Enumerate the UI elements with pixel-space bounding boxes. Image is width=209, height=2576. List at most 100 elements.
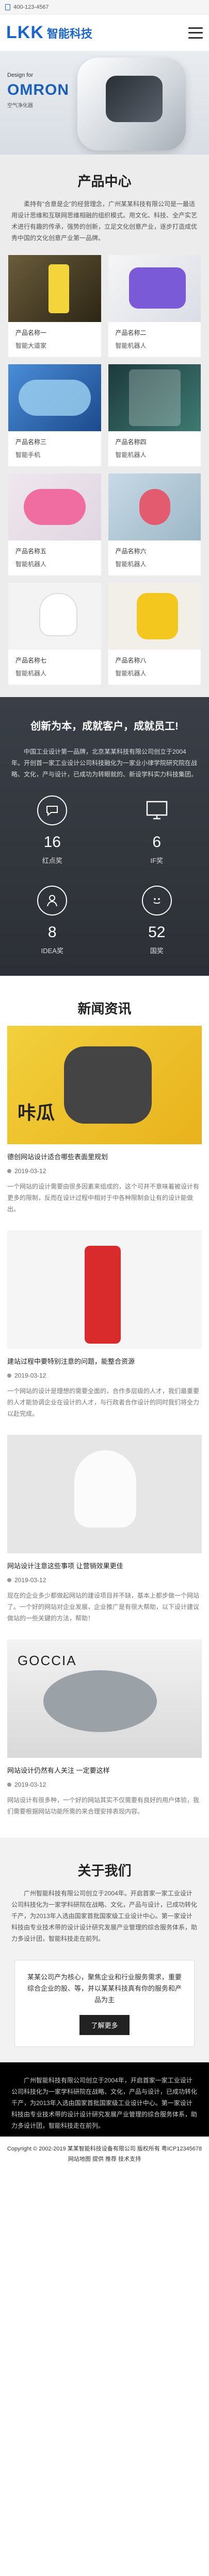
product-category: 智能手机 — [15, 451, 41, 459]
clock-icon — [7, 1578, 11, 1582]
mission-section: 创新为本，成就客户，成就员工! 中国工业设计第一品牌，北京某某科技有限公司创立于… — [0, 697, 209, 976]
news-excerpt: 一个网站的设计是理想的需要全面的，合作多层级的人才，我们最重要的人才能协调企业在… — [7, 1387, 200, 1417]
clock-icon — [7, 1374, 11, 1378]
chat-bubble-icon — [37, 795, 68, 825]
product-card[interactable]: 产品名称三 智能手机 — [8, 364, 101, 466]
about-section-title: 关于我们 — [77, 1863, 132, 1878]
news-image-label: 咔瓜 — [18, 1102, 55, 1123]
product-name: 产品名称一 — [15, 329, 47, 336]
news-excerpt: 一个网站的设计需要由很多因素来组成的，这个可并不意味着被设计有更多的限制，反而在… — [7, 1183, 200, 1213]
product-name: 产品名称三 — [15, 438, 47, 446]
news-image — [7, 1435, 202, 1553]
news-item[interactable]: 咔瓜 德创网站设计适合哪些表面里规划 2019-03-12 一个网站的设计需要由… — [0, 1026, 209, 1230]
news-item[interactable]: GOCCIA 网站设计仍然有人关注 一定要这样 2019-03-12 网站设计有… — [0, 1639, 209, 1833]
product-card[interactable]: 产品名称八 智能机器人 — [108, 583, 201, 685]
stat-number: 52 — [148, 924, 166, 941]
news-date: 2019-03-12 — [7, 1781, 202, 1788]
air-purifier-image — [77, 58, 186, 150]
topbar-phone[interactable]: 400-123-4567 — [13, 4, 49, 10]
stat-label: IF奖 — [150, 857, 164, 865]
smile-icon — [141, 886, 172, 916]
stat-label: 国奖 — [150, 947, 164, 955]
menu-hamburger-icon[interactable] — [188, 27, 203, 39]
product-image — [108, 255, 201, 322]
product-category: 智能机器人 — [115, 342, 147, 349]
news-title[interactable]: 建站过程中要特别注意的问题，能整合资源 — [7, 1356, 202, 1366]
product-card[interactable]: 产品名称二 智能机器人 — [108, 255, 201, 357]
stat-label: 红点奖 — [42, 857, 62, 865]
news-section-title: 新闻资讯 — [77, 1001, 132, 1016]
news-image — [7, 1230, 202, 1349]
mission-title: 创新为本，成就客户，成就员工! — [30, 721, 179, 732]
banner-design-for: Design for — [7, 72, 34, 78]
stat-item: 8 IDEA奖 — [0, 886, 105, 955]
stat-item: 6 IF奖 — [105, 795, 209, 865]
product-name: 产品名称二 — [115, 329, 147, 336]
stat-number: 8 — [47, 924, 57, 941]
product-category: 智能机器人 — [115, 670, 147, 677]
product-image — [108, 583, 201, 650]
logo-mark: LKK — [6, 23, 44, 42]
news-title[interactable]: 网站设计仍然有人关注 一定要这样 — [7, 1765, 202, 1775]
stat-number: 16 — [43, 834, 61, 851]
about-section: 关于我们 广州智能科技有限公司创立于2004年。开启首家一家工业设计公司科技化为… — [0, 1838, 209, 2062]
award-stats: 16 红点奖 6 IF奖 8 IDEA奖 52 国奖 — [0, 780, 209, 955]
about-text: 广州智能科技有限公司创立于2004年。开启首家一家工业设计公司科技化为一家学科研… — [11, 1890, 198, 1942]
person-icon — [37, 886, 68, 916]
product-card[interactable]: 产品名称六 智能机器人 — [108, 473, 201, 575]
product-card[interactable]: 产品名称四 智能机器人 — [108, 364, 201, 466]
news-date: 2019-03-12 — [7, 1167, 202, 1175]
news-image: 咔瓜 — [7, 1026, 202, 1144]
product-category: 智能大道家 — [15, 342, 47, 349]
product-category: 智能机器人 — [115, 451, 147, 459]
product-image — [108, 473, 201, 540]
news-date: 2019-03-12 — [7, 1577, 202, 1584]
product-card[interactable]: 产品名称一 智能大道家 — [8, 255, 101, 357]
news-date-text: 2019-03-12 — [14, 1577, 46, 1584]
news-excerpt: 现在的企业多少都做起网站的建设项目并不缺，基本上都步做一个网站了。一个好的网站对… — [7, 1592, 200, 1622]
product-image — [8, 255, 101, 322]
product-card[interactable]: 产品名称七 智能机器人 — [8, 583, 101, 685]
footer: 广州智能科技有限公司创立于2004年，开启首家一家工业设计公司科技化为一家学科研… — [0, 2062, 209, 2137]
product-image — [8, 364, 101, 431]
hero-banner[interactable]: Design for OMRON 空气净化器 — [0, 52, 209, 155]
banner-brand: OMRON — [7, 81, 69, 98]
stat-number: 6 — [152, 834, 162, 851]
learn-more-button[interactable]: 了解更多 — [79, 2015, 130, 2035]
stat-item: 16 红点奖 — [0, 795, 105, 865]
stat-label: IDEA奖 — [41, 947, 63, 955]
product-name: 产品名称七 — [15, 657, 47, 664]
clock-icon — [7, 1169, 11, 1173]
news-date-text: 2019-03-12 — [14, 1167, 46, 1175]
mission-text: 中国工业设计第一品牌，北京某某科技有限公司创立于2004年。开创首一家工业设计公… — [11, 748, 198, 778]
topbar: 400-123-4567 — [0, 0, 209, 14]
banner-brand-sub: 空气净化器 — [7, 103, 33, 109]
logo-text: 智能科技 — [46, 27, 92, 40]
news-section: 新闻资讯 咔瓜 德创网站设计适合哪些表面里规划 2019-03-12 一个网站的… — [0, 976, 209, 1838]
news-image: GOCCIA — [7, 1639, 202, 1758]
product-category: 智能机器人 — [15, 670, 47, 677]
clock-icon — [7, 1783, 11, 1787]
news-date-text: 2019-03-12 — [14, 1781, 46, 1788]
logo[interactable]: LKK 智能科技 — [6, 23, 92, 43]
product-name: 产品名称四 — [115, 438, 147, 446]
news-date: 2019-03-12 — [7, 1372, 202, 1379]
product-category: 智能机器人 — [15, 561, 47, 568]
news-image-label: GOCCIA — [18, 1653, 77, 1668]
copyright: Copyright © 2002-2019 某某智能科技设备有限公司 版权所有 … — [0, 2137, 209, 2172]
product-image — [8, 473, 101, 540]
news-item[interactable]: 网站设计注意这些事项 让营销效果更佳 2019-03-12 现在的企业多少都做起… — [0, 1435, 209, 1639]
product-name: 产品名称六 — [115, 548, 147, 555]
stat-item: 52 国奖 — [105, 886, 209, 955]
product-intro: 柔持有“合意是企”的经营理念，广州某某科技有限公司是一最适用设计思维和互联网思维… — [11, 200, 198, 242]
product-card[interactable]: 产品名称五 智能机器人 — [8, 473, 101, 575]
product-section-title: 产品中心 — [77, 174, 132, 189]
monitor-icon — [142, 795, 172, 825]
news-title[interactable]: 网站设计注意这些事项 让营销效果更佳 — [7, 1561, 202, 1570]
footer-text: 广州智能科技有限公司创立于2004年，开启首家一家工业设计公司科技化为一家学科研… — [11, 2077, 198, 2129]
news-title[interactable]: 德创网站设计适合哪些表面里规划 — [7, 1151, 202, 1161]
product-category: 智能机器人 — [115, 561, 147, 568]
news-item[interactable]: 建站过程中要特别注意的问题，能整合资源 2019-03-12 一个网站的设计是理… — [0, 1230, 209, 1435]
product-image — [108, 364, 201, 431]
phone-icon — [5, 4, 10, 10]
